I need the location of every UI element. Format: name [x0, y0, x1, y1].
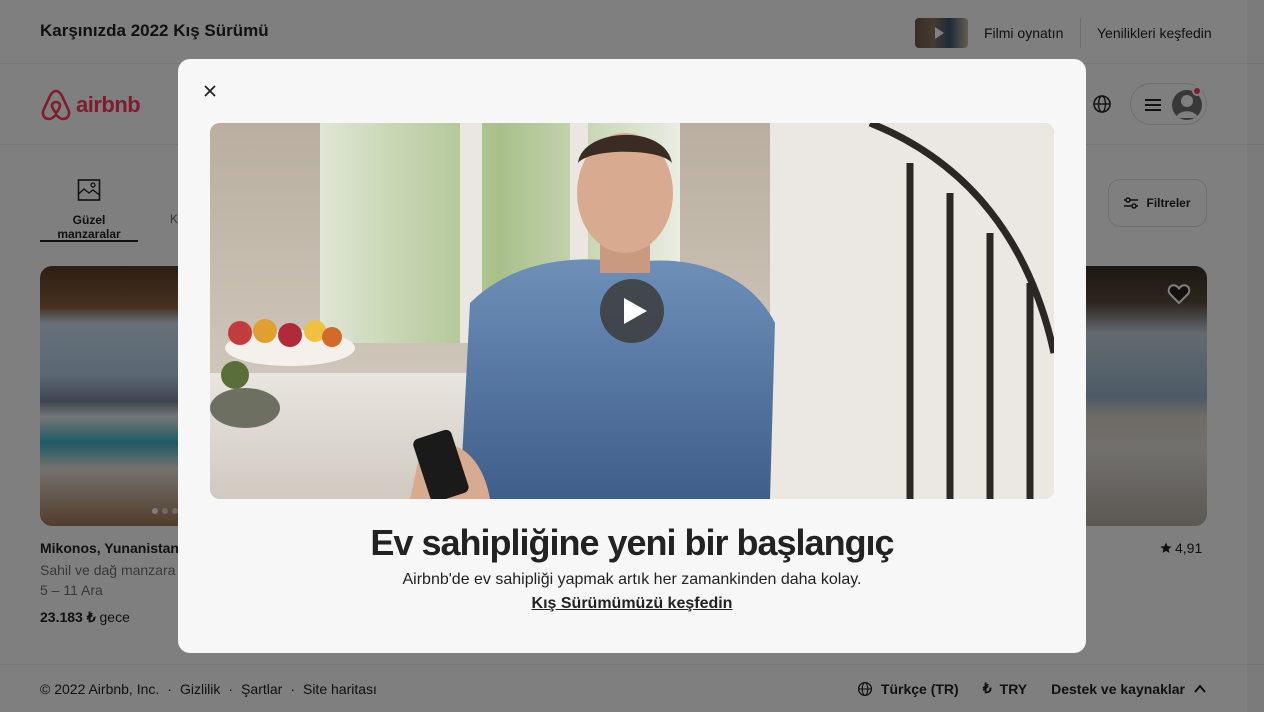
scrollbar[interactable]: [1247, 0, 1264, 712]
play-icon: [624, 298, 647, 324]
video-player[interactable]: [210, 123, 1054, 499]
explore-release-link-text[interactable]: Kış Sürümümüzü keşfedin: [532, 595, 733, 612]
close-icon[interactable]: [200, 81, 220, 101]
modal-subtitle: Airbnb'de ev sahipliği yapmak artık her …: [402, 571, 862, 588]
play-button[interactable]: [600, 279, 664, 343]
explore-release-link: Kış Sürümümüzü keşfedin: [178, 595, 1086, 613]
modal-title: Ev sahipliğine yeni bir başlangıç: [370, 522, 894, 563]
winter-release-modal: Ev sahipliğine yeni bir başlangıç Airbnb…: [178, 59, 1086, 653]
